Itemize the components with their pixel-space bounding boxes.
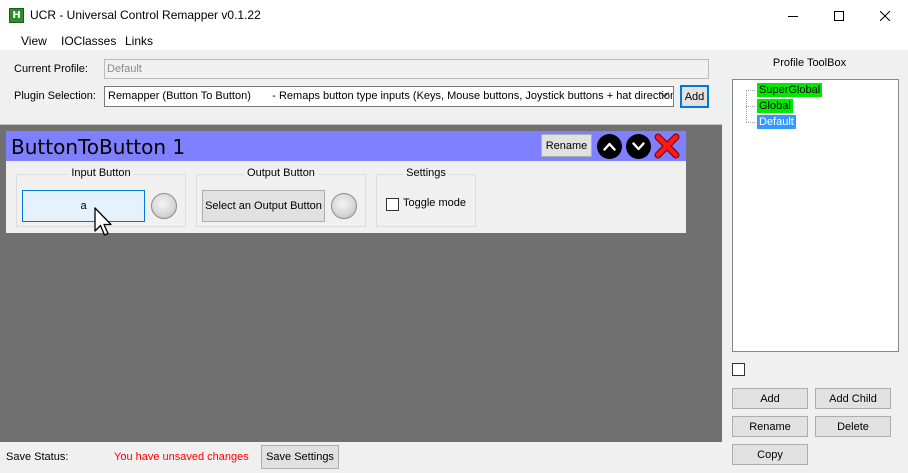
profile-tree[interactable]: SuperGlobal Global Default — [732, 79, 899, 352]
rename-profile-button[interactable]: Rename — [732, 416, 808, 437]
profile-panel: Current Profile: Default Plugin Selectio… — [0, 50, 722, 125]
settings-group-label: Settings — [403, 167, 449, 179]
arrow-up-icon — [603, 142, 616, 151]
input-group-label: Input Button — [68, 167, 134, 179]
current-profile-label: Current Profile: — [14, 63, 88, 75]
output-button-group: Output Button Select an Output Button — [196, 167, 366, 227]
profile-toolbox: Profile ToolBox SuperGlobal Global Defau… — [722, 50, 908, 473]
title-bar: H UCR - Universal Control Remapper v0.1.… — [0, 0, 908, 31]
mouse-cursor-icon — [94, 207, 112, 236]
copy-profile-button[interactable]: Copy — [732, 444, 808, 465]
minimize-icon — [788, 15, 798, 17]
move-down-button[interactable] — [626, 134, 651, 159]
plugin-workspace: ButtonToButton 1 Rename Input Button a O… — [0, 125, 722, 442]
rename-plugin-button[interactable]: Rename — [541, 134, 592, 157]
add-child-profile-button[interactable]: Add Child — [815, 388, 891, 409]
save-status-label: Save Status: — [6, 451, 69, 463]
tree-item-label: Default — [757, 115, 796, 129]
window-title: UCR - Universal Control Remapper v0.1.22 — [30, 8, 261, 22]
maximize-icon — [834, 10, 844, 21]
current-profile-field: Default — [104, 59, 709, 79]
menu-links[interactable]: Links — [125, 34, 153, 48]
save-status-message: You have unsaved changes — [114, 451, 249, 463]
menu-ioclasses[interactable]: IOClasses — [61, 34, 116, 48]
move-up-button[interactable] — [597, 134, 622, 159]
save-settings-button[interactable]: Save Settings — [261, 445, 339, 469]
output-group-label: Output Button — [244, 167, 318, 179]
plugin-header: ButtonToButton 1 Rename — [6, 131, 686, 161]
app-icon: H — [9, 8, 24, 23]
toggle-mode-label[interactable]: Toggle mode — [403, 197, 466, 209]
close-icon — [880, 10, 890, 21]
toggle-mode-checkbox[interactable] — [386, 198, 399, 211]
add-plugin-button[interactable]: Add — [680, 85, 709, 108]
delete-profile-button[interactable]: Delete — [815, 416, 891, 437]
tree-item-label: Global — [757, 99, 793, 113]
toolbox-title: Profile ToolBox — [772, 57, 847, 69]
close-button[interactable] — [862, 0, 908, 31]
output-state-indicator — [331, 193, 357, 219]
arrow-down-icon — [632, 142, 645, 151]
select-output-button[interactable]: Select an Output Button — [202, 190, 325, 222]
chevron-down-icon — [660, 92, 669, 98]
plugin-title: ButtonToButton 1 — [11, 135, 186, 159]
menu-bar: View IOClasses Links — [0, 31, 722, 50]
menu-view[interactable]: View — [21, 34, 47, 48]
status-bar: Save Status: You have unsaved changes Sa… — [0, 442, 722, 473]
plugin-select-value: Remapper (Button To Button) - Remaps but… — [108, 90, 674, 102]
minimize-button[interactable] — [770, 0, 816, 31]
input-state-indicator — [151, 193, 177, 219]
plugin-select-dropdown[interactable]: Remapper (Button To Button) - Remaps but… — [104, 86, 674, 107]
delete-x-icon[interactable] — [654, 133, 680, 159]
toolbox-checkbox[interactable] — [732, 363, 745, 376]
plugin-selection-label: Plugin Selection: — [14, 90, 96, 102]
add-profile-button[interactable]: Add — [732, 388, 808, 409]
maximize-button[interactable] — [816, 0, 862, 31]
settings-group: Settings Toggle mode — [376, 167, 476, 227]
tree-item-label: SuperGlobal — [757, 83, 823, 97]
input-binding-button[interactable]: a — [22, 190, 145, 222]
